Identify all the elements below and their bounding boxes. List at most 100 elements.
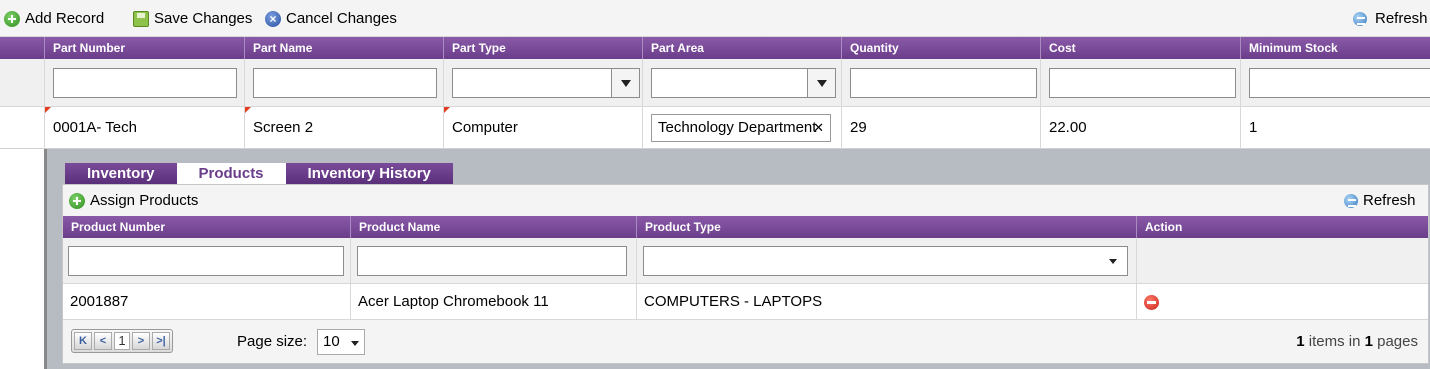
cell-part-area: Technology Department ✕: [642, 107, 841, 149]
grid-toolbar: Add Record Save Changes × Cancel Changes…: [0, 0, 1430, 37]
pager-buttons: K < 1 > >|: [71, 329, 173, 353]
cell-product-name: Acer Laptop Chromebook 11: [350, 284, 636, 320]
filter-cell-part-number: [44, 59, 244, 107]
detail-tabs: Inventory Products Inventory History: [65, 163, 453, 184]
cell-action: [1136, 284, 1430, 320]
cell-part-number[interactable]: 0001A- Tech: [44, 107, 244, 149]
filter-input-minimum-stock[interactable]: [1249, 68, 1430, 98]
filter-cell-action: [1136, 238, 1430, 284]
minimum-stock-value: 1: [1249, 119, 1258, 136]
save-icon: [133, 10, 149, 27]
tab-products[interactable]: Products: [176, 163, 286, 184]
tab-inventory-history[interactable]: Inventory History: [285, 163, 453, 184]
pages-count: 1: [1364, 333, 1373, 350]
pager-info: 1 items in 1 pages: [1296, 333, 1418, 350]
pager: K < 1 > >| Page size: 10 1 items in 1 pa…: [63, 320, 1428, 364]
refresh-icon: [1352, 11, 1370, 27]
assign-products-button[interactable]: Assign Products: [69, 192, 198, 209]
filter-cell-product-number: [63, 238, 350, 284]
filter-row: [0, 59, 1430, 107]
page-size-label: Page size:: [237, 333, 308, 350]
chevron-down-icon[interactable]: [807, 69, 835, 97]
filter-cell-quantity: [841, 59, 1040, 107]
last-page-button[interactable]: >|: [152, 332, 170, 350]
save-changes-button[interactable]: Save Changes: [133, 10, 252, 27]
products-grid: Assign Products Refresh Product Number P…: [62, 184, 1429, 364]
dirty-marker: [444, 107, 450, 113]
products-refresh-button[interactable]: Refresh: [1343, 192, 1416, 209]
filter-input-product-number[interactable]: [68, 246, 344, 276]
column-header-part-type[interactable]: Part Type: [443, 37, 642, 59]
product-type-value: COMPUTERS - LAPTOPS: [644, 293, 823, 310]
filter-select-part-type[interactable]: [452, 68, 640, 98]
cell-product-type: COMPUTERS - LAPTOPS: [636, 284, 1136, 320]
filter-input-product-name[interactable]: [357, 246, 627, 276]
product-number-value: 2001887: [70, 293, 129, 310]
add-record-button[interactable]: Add Record: [4, 10, 104, 27]
column-header-product-number[interactable]: Product Number: [63, 216, 350, 238]
chevron-down-icon[interactable]: [611, 69, 639, 97]
cell-part-type[interactable]: Computer: [443, 107, 642, 149]
filter-cell-cost: [1040, 59, 1240, 107]
cell-minimum-stock[interactable]: 1: [1240, 107, 1430, 149]
column-header-product-name[interactable]: Product Name: [350, 216, 636, 238]
page-size-select[interactable]: 10: [317, 329, 365, 355]
detail-panel: Inventory Products Inventory History Ass…: [44, 149, 1430, 369]
table-row[interactable]: 0001A- Tech Screen 2 Computer Technology…: [0, 107, 1430, 149]
assign-products-label: Assign Products: [90, 192, 199, 209]
filter-input-cost[interactable]: [1049, 68, 1236, 98]
products-toolbar: Assign Products Refresh: [63, 185, 1428, 216]
filter-input-quantity[interactable]: [850, 68, 1037, 98]
next-page-button[interactable]: >: [132, 332, 150, 350]
cancel-changes-button[interactable]: × Cancel Changes: [265, 10, 397, 27]
filter-input-part-number[interactable]: [53, 68, 237, 98]
cost-value: 22.00: [1049, 119, 1087, 136]
part-number-value: 0001A- Tech: [53, 119, 137, 136]
part-name-value: Screen 2: [253, 119, 314, 136]
column-header-part-number[interactable]: Part Number: [44, 37, 244, 59]
part-type-value: Computer: [452, 119, 518, 136]
clear-icon[interactable]: ✕: [813, 115, 824, 141]
page-number-current[interactable]: 1: [114, 332, 130, 350]
cell-quantity[interactable]: 29: [841, 107, 1040, 149]
items-in-text: items in: [1308, 333, 1361, 350]
page-size-value: 10: [323, 333, 340, 350]
column-header-part-area[interactable]: Part Area: [642, 37, 841, 59]
cell-part-name[interactable]: Screen 2: [244, 107, 443, 149]
column-header-product-type[interactable]: Product Type: [636, 216, 1136, 238]
filter-select-product-type[interactable]: [643, 246, 1128, 276]
part-area-value: Technology Department: [658, 119, 817, 136]
filter-cell-part-type: [443, 59, 642, 107]
column-header-quantity[interactable]: Quantity: [841, 37, 1040, 59]
filter-cell-part-area: [642, 59, 841, 107]
filter-select-part-area[interactable]: [651, 68, 836, 98]
tab-inventory[interactable]: Inventory: [65, 163, 177, 184]
table-row[interactable]: 2001887 Acer Laptop Chromebook 11 COMPUT…: [63, 284, 1428, 320]
dirty-marker: [45, 107, 51, 113]
column-header-part-name[interactable]: Part Name: [244, 37, 443, 59]
delete-icon[interactable]: [1144, 295, 1159, 310]
quantity-value: 29: [850, 119, 867, 136]
filter-cell-product-type: [636, 238, 1136, 284]
cell-cost[interactable]: 22.00: [1040, 107, 1240, 149]
products-header: Product Number Product Name Product Type…: [63, 216, 1428, 238]
part-area-select[interactable]: Technology Department ✕: [651, 114, 831, 142]
cancel-icon: ×: [265, 10, 281, 27]
column-header-action: Action: [1136, 216, 1430, 238]
filter-cell-part-name: [244, 59, 443, 107]
cell-product-number: 2001887: [63, 284, 350, 320]
filter-cell-minimum-stock: [1240, 59, 1430, 107]
save-changes-label: Save Changes: [154, 10, 253, 27]
chevron-down-icon[interactable]: [1109, 259, 1117, 264]
filter-input-part-name[interactable]: [253, 68, 437, 98]
product-name-value: Acer Laptop Chromebook 11: [358, 293, 549, 310]
grid-header: Part Number Part Name Part Type Part Are…: [0, 37, 1430, 59]
refresh-button[interactable]: Refresh: [1352, 10, 1428, 27]
items-count: 1: [1296, 333, 1305, 350]
column-header-minimum-stock[interactable]: Minimum Stock: [1240, 37, 1430, 59]
first-page-button[interactable]: K: [74, 332, 92, 350]
add-record-label: Add Record: [25, 10, 105, 27]
column-header-cost[interactable]: Cost: [1040, 37, 1240, 59]
filter-cell-product-name: [350, 238, 636, 284]
prev-page-button[interactable]: <: [94, 332, 112, 350]
